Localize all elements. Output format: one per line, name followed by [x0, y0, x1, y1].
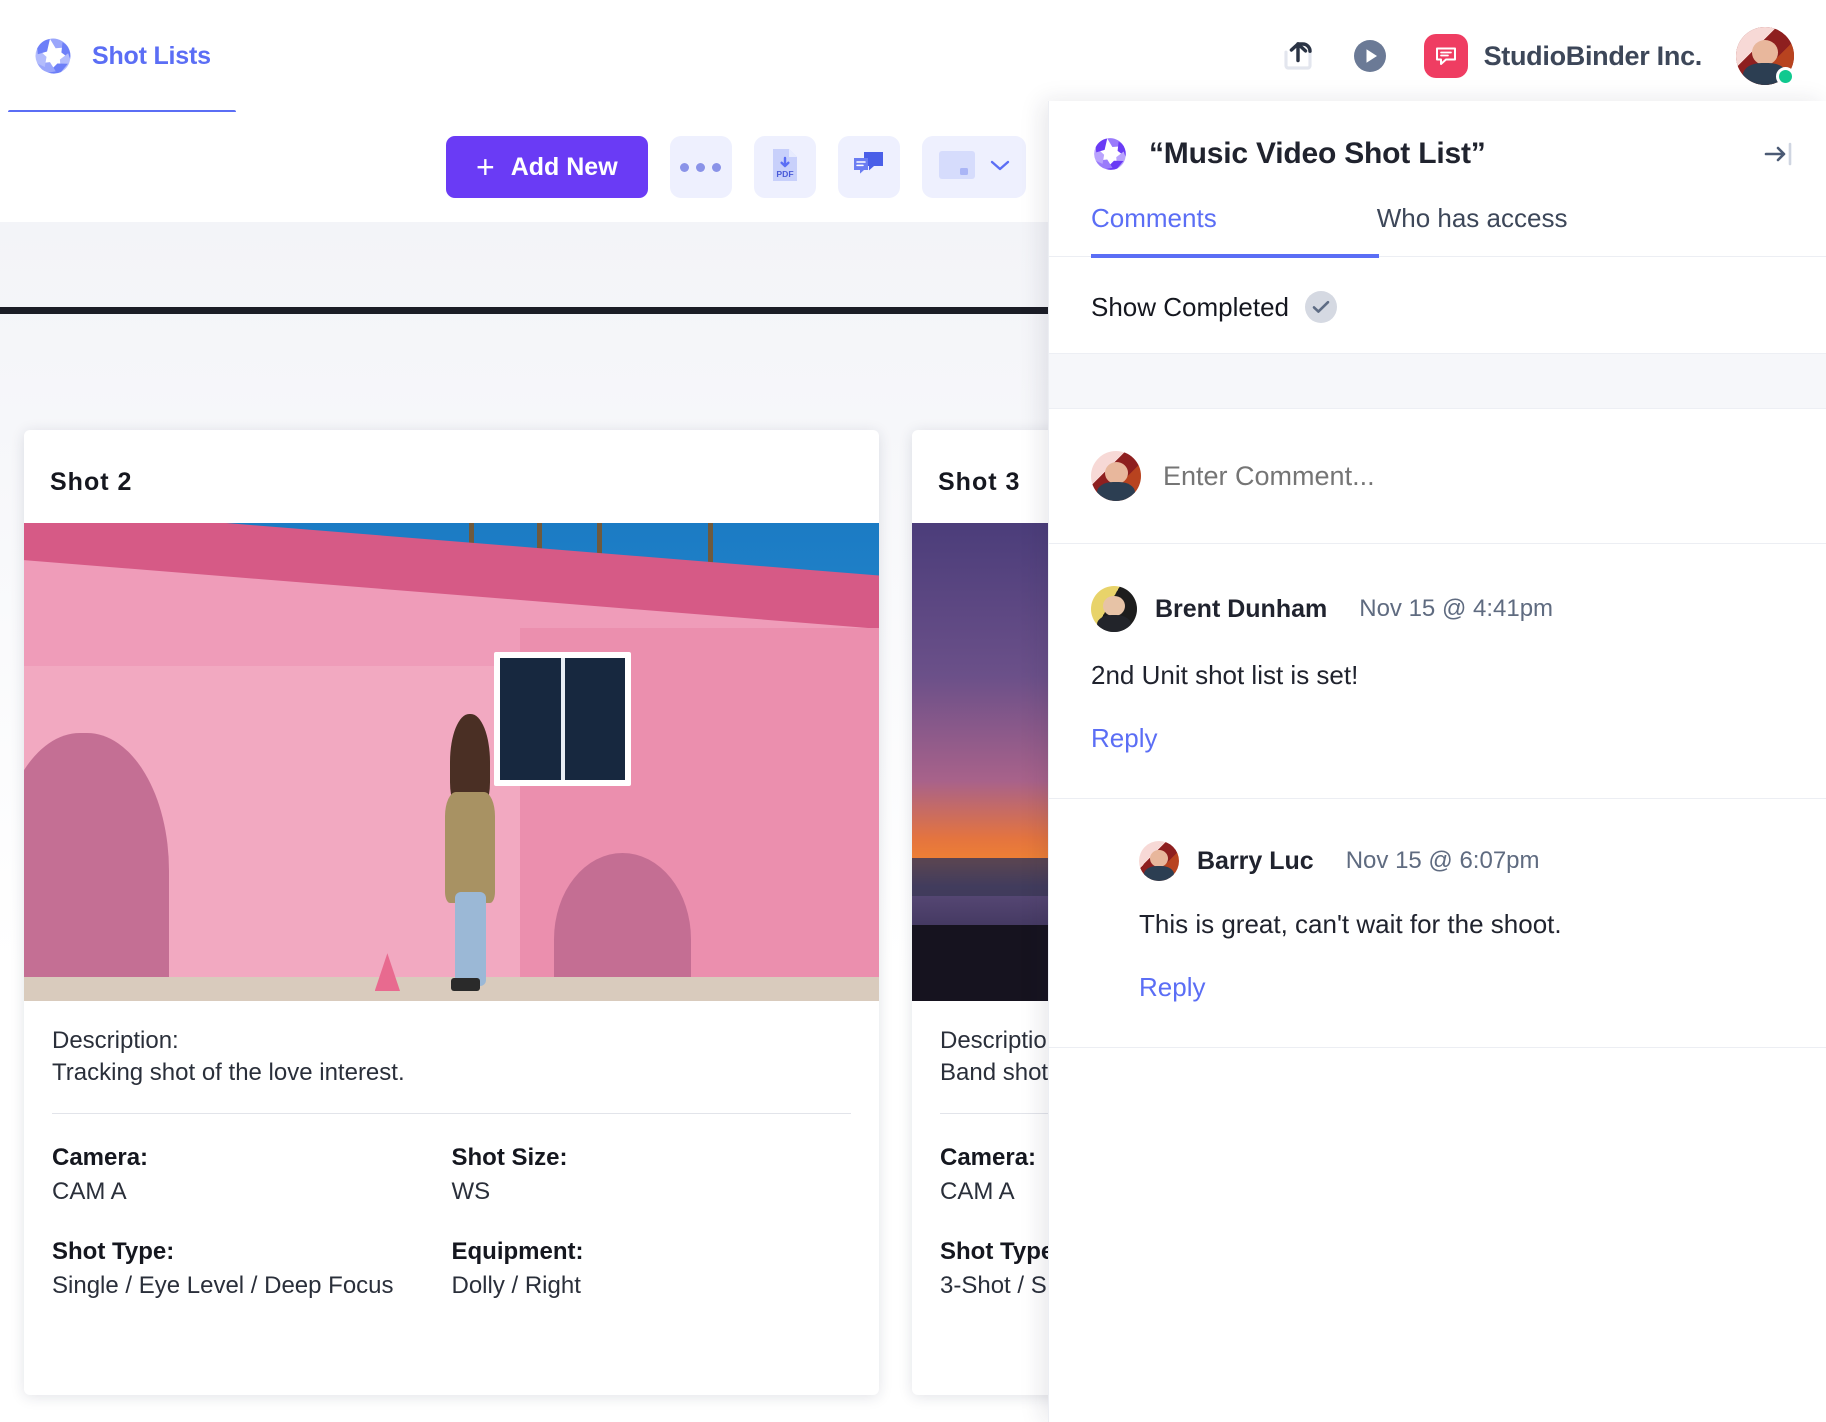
field-label: Camera:: [52, 1144, 149, 1171]
organization-name: StudioBinder Inc.: [1483, 40, 1703, 71]
shot-card-title: Shot 2: [50, 468, 133, 496]
comment-item: Barry Luc Nov 15 @ 6:07pm This is great,…: [1049, 799, 1826, 1048]
section-divider-rule: [0, 307, 1050, 314]
brand-nav-item[interactable]: Shot Lists: [32, 35, 211, 77]
comments-panel-title: “Music Video Shot List”: [1149, 137, 1486, 170]
field-value: Single / Eye Level / Deep Focus: [52, 1271, 394, 1299]
field-equipment: Equipment: Dolly / Right: [452, 1238, 852, 1302]
aperture-icon: [1091, 135, 1129, 173]
comment-author: Brent Dunham: [1155, 594, 1328, 623]
user-avatar[interactable]: [1736, 27, 1795, 86]
brent-dunham-avatar: [1091, 586, 1137, 632]
field-value: WS: [451, 1178, 491, 1205]
top-bar: Shot Lists StudioBinder Inc.: [0, 0, 1826, 114]
field-value: CAM A: [52, 1178, 127, 1205]
show-completed-label: Show Completed: [1091, 291, 1289, 322]
barry-luc-avatar: [1139, 841, 1179, 881]
comments-panel: “Music Video Shot List” Comments Who has…: [1048, 101, 1826, 1422]
app-root: Shot Lists StudioBinder Inc. + Add New P…: [0, 0, 1826, 1422]
comment-bubbles-icon: [852, 149, 886, 186]
ellipsis-icon: [680, 162, 722, 172]
show-completed-row[interactable]: Show Completed: [1049, 257, 1826, 353]
comment-timestamp: Nov 15 @ 6:07pm: [1345, 847, 1540, 874]
comments-toggle-button[interactable]: [837, 136, 900, 198]
field-label: Shot Size:: [451, 1144, 568, 1171]
comment-reply-button[interactable]: Reply: [1139, 972, 1784, 1003]
comment-text: 2nd Unit shot list is set!: [1091, 660, 1359, 690]
current-user-avatar: [1091, 451, 1141, 501]
more-options-button[interactable]: [669, 136, 732, 198]
field-value: Dolly / Right: [451, 1271, 581, 1299]
shot-card[interactable]: Shot 2 Description: Tracking shot of the…: [24, 430, 879, 1395]
card-divider: [52, 1113, 851, 1114]
online-status-indicator: [1776, 67, 1795, 86]
comment-input-row[interactable]: [1049, 409, 1826, 544]
collapse-panel-right-icon[interactable]: [1762, 139, 1796, 169]
play-circle-icon[interactable]: [1350, 36, 1390, 76]
field-camera: Camera: CAM A: [52, 1144, 452, 1208]
view-layout-selector[interactable]: [921, 136, 1026, 198]
field-label: Shot Type:: [52, 1237, 175, 1265]
shot-field-grid: Camera: CAM A Shot Size: WS Shot Type: S…: [52, 1144, 851, 1301]
tab-who-has-access[interactable]: Who has access: [1377, 203, 1568, 256]
photo-window: [494, 652, 632, 786]
description-label: Description:: [52, 1027, 179, 1054]
comment-header: Brent Dunham Nov 15 @ 4:41pm: [1091, 586, 1784, 632]
comments-panel-header: “Music Video Shot List”: [1049, 101, 1826, 173]
add-new-button[interactable]: + Add New: [446, 136, 648, 198]
pdf-download-icon: PDF: [769, 147, 801, 188]
export-pdf-button[interactable]: PDF: [753, 136, 816, 198]
brand-label: Shot Lists: [92, 41, 211, 70]
comment-text: This is great, can't wait for the shoot.: [1139, 909, 1562, 939]
comment-reply-button[interactable]: Reply: [1091, 723, 1784, 754]
active-tab-indicator: [1091, 254, 1379, 258]
comment-item: Brent Dunham Nov 15 @ 4:41pm 2nd Unit sh…: [1049, 544, 1826, 799]
plus-icon: +: [476, 149, 495, 185]
comment-timestamp: Nov 15 @ 4:41pm: [1359, 595, 1554, 622]
aperture-icon: [32, 35, 74, 77]
comment-author: Barry Luc: [1197, 846, 1314, 875]
check-circle-icon[interactable]: [1305, 291, 1337, 323]
shot-card-body: Description: Tracking shot of the love i…: [24, 1001, 879, 1301]
comments-panel-tabs: Comments Who has access: [1049, 203, 1826, 258]
comment-input[interactable]: [1163, 460, 1784, 492]
field-shot-type: Shot Type: Single / Eye Level / Deep Foc…: [52, 1238, 452, 1302]
shot-card-list: Shot 2 Description: Tracking shot of the…: [0, 430, 1767, 1420]
organization-selector[interactable]: StudioBinder Inc.: [1423, 34, 1703, 78]
top-bar-actions: StudioBinder Inc.: [1280, 27, 1795, 86]
field-label: Equipment:: [451, 1237, 584, 1265]
add-new-label: Add New: [510, 152, 618, 181]
chevron-down-icon: [989, 158, 1011, 177]
photo-subject-person: [443, 714, 499, 992]
field-shot-size: Shot Size: WS: [452, 1144, 852, 1208]
tab-comments[interactable]: Comments: [1091, 203, 1217, 256]
panel-separator-band: [1049, 353, 1826, 409]
share-icon[interactable]: [1280, 38, 1316, 74]
svg-text:PDF: PDF: [776, 169, 793, 179]
chat-bubble-icon: [1423, 34, 1468, 78]
comment-header: Barry Luc Nov 15 @ 6:07pm: [1139, 841, 1784, 881]
description-value: Tracking shot of the love interest.: [52, 1059, 405, 1086]
layout-view-icon: [937, 148, 977, 187]
shot-card-photo[interactable]: [24, 523, 879, 1001]
